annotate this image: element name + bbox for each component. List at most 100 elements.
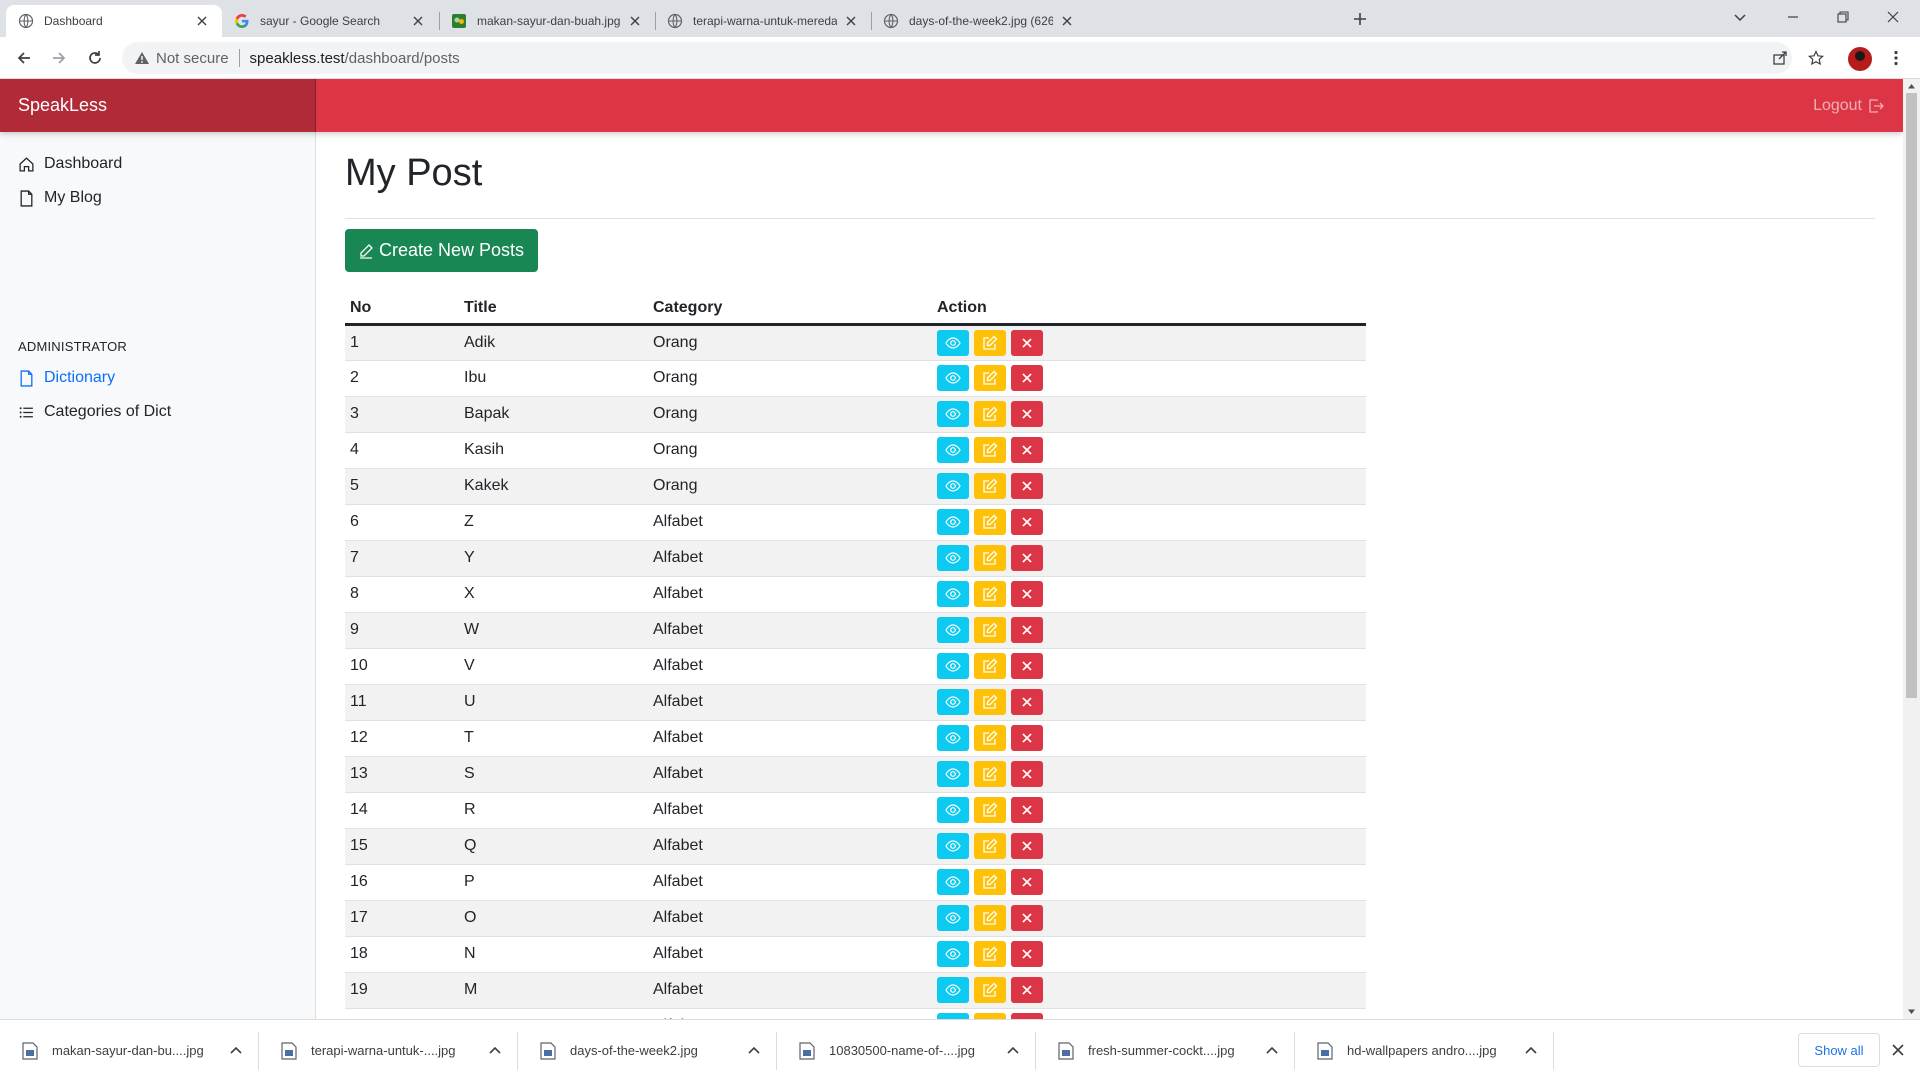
create-new-posts-button[interactable]: Create New Posts bbox=[345, 229, 539, 272]
tab-close-button[interactable] bbox=[410, 13, 426, 29]
view-button[interactable] bbox=[937, 365, 969, 391]
download-options-button[interactable] bbox=[1523, 1043, 1539, 1059]
delete-button[interactable] bbox=[1011, 833, 1043, 859]
delete-button[interactable] bbox=[1011, 473, 1043, 499]
browser-menu-button[interactable] bbox=[1882, 44, 1910, 72]
view-button[interactable] bbox=[937, 437, 969, 463]
view-button[interactable] bbox=[937, 581, 969, 607]
download-item[interactable]: 10830500-name-of-....jpg bbox=[777, 1020, 1021, 1080]
download-options-button[interactable] bbox=[1005, 1043, 1021, 1059]
edit-button[interactable] bbox=[974, 833, 1006, 859]
page-scrollbar[interactable] bbox=[1903, 79, 1920, 1019]
edit-button[interactable] bbox=[974, 905, 1006, 931]
sidebar-item-dashboard[interactable]: Dashboard bbox=[18, 155, 122, 173]
edit-button[interactable] bbox=[974, 761, 1006, 787]
tab-close-button[interactable] bbox=[627, 13, 643, 29]
scroll-up-icon[interactable] bbox=[1907, 82, 1916, 91]
browser-tab[interactable]: makan-sayur-dan-buah.jpg (691×50 bbox=[439, 5, 655, 37]
delete-button[interactable] bbox=[1011, 653, 1043, 679]
delete-button[interactable] bbox=[1011, 977, 1043, 1003]
view-button[interactable] bbox=[937, 509, 969, 535]
edit-button[interactable] bbox=[974, 473, 1006, 499]
delete-button[interactable] bbox=[1011, 941, 1043, 967]
view-button[interactable] bbox=[937, 869, 969, 895]
download-item[interactable]: days-of-the-week2.jpg bbox=[518, 1020, 762, 1080]
edit-button[interactable] bbox=[974, 509, 1006, 535]
edit-button[interactable] bbox=[974, 941, 1006, 967]
browser-tab[interactable]: days-of-the-week2.jpg (626×336) bbox=[871, 5, 1087, 37]
view-button[interactable] bbox=[937, 689, 969, 715]
delete-button[interactable] bbox=[1011, 689, 1043, 715]
download-options-button[interactable] bbox=[1264, 1043, 1280, 1059]
browser-tab[interactable]: terapi-warna-untuk-meredakan-sak bbox=[655, 5, 871, 37]
new-tab-button[interactable] bbox=[1348, 7, 1372, 31]
edit-button[interactable] bbox=[974, 725, 1006, 751]
view-button[interactable] bbox=[937, 653, 969, 679]
reload-button[interactable] bbox=[81, 44, 109, 72]
show-all-downloads-button[interactable]: Show all bbox=[1798, 1033, 1880, 1067]
edit-button[interactable] bbox=[974, 617, 1006, 643]
edit-button[interactable] bbox=[974, 869, 1006, 895]
edit-button[interactable] bbox=[974, 329, 1006, 356]
brand[interactable]: SpeakLess bbox=[0, 79, 316, 132]
view-button[interactable] bbox=[937, 797, 969, 823]
delete-button[interactable] bbox=[1011, 437, 1043, 463]
view-button[interactable] bbox=[937, 905, 969, 931]
edit-button[interactable] bbox=[974, 401, 1006, 427]
tab-close-button[interactable] bbox=[1059, 13, 1075, 29]
close-icon[interactable] bbox=[1890, 1042, 1906, 1058]
share-button[interactable] bbox=[1766, 44, 1794, 72]
edit-button[interactable] bbox=[974, 797, 1006, 823]
close-window-button[interactable] bbox=[1870, 0, 1916, 34]
download-options-button[interactable] bbox=[228, 1043, 244, 1059]
delete-button[interactable] bbox=[1011, 401, 1043, 427]
forward-button[interactable] bbox=[45, 44, 73, 72]
view-button[interactable] bbox=[937, 401, 969, 427]
view-button[interactable] bbox=[937, 473, 969, 499]
download-item[interactable]: hd-wallpapers andro....jpg bbox=[1295, 1020, 1539, 1080]
browser-tab[interactable]: sayur - Google Search bbox=[222, 5, 438, 37]
delete-button[interactable] bbox=[1011, 581, 1043, 607]
sidebar-item-categories-of-dict[interactable]: Categories of Dict bbox=[18, 403, 171, 421]
delete-button[interactable] bbox=[1011, 905, 1043, 931]
download-item[interactable]: fresh-summer-cockt....jpg bbox=[1036, 1020, 1280, 1080]
view-button[interactable] bbox=[937, 941, 969, 967]
download-options-button[interactable] bbox=[487, 1043, 503, 1059]
restore-button[interactable] bbox=[1820, 0, 1866, 34]
edit-button[interactable] bbox=[974, 977, 1006, 1003]
delete-button[interactable] bbox=[1011, 617, 1043, 643]
bookmark-button[interactable] bbox=[1802, 44, 1830, 72]
view-button[interactable] bbox=[937, 617, 969, 643]
delete-button[interactable] bbox=[1011, 329, 1043, 356]
tab-close-button[interactable] bbox=[843, 13, 859, 29]
view-button[interactable] bbox=[937, 833, 969, 859]
browser-tab[interactable]: Dashboard bbox=[6, 5, 222, 37]
delete-button[interactable] bbox=[1011, 509, 1043, 535]
view-button[interactable] bbox=[937, 725, 969, 751]
address-bar[interactable]: Not secure speakless.test/dashboard/post… bbox=[122, 42, 1792, 74]
delete-button[interactable] bbox=[1011, 545, 1043, 571]
view-button[interactable] bbox=[937, 761, 969, 787]
edit-button[interactable] bbox=[974, 437, 1006, 463]
delete-button[interactable] bbox=[1011, 797, 1043, 823]
delete-button[interactable] bbox=[1011, 869, 1043, 895]
scroll-down-icon[interactable] bbox=[1907, 1007, 1916, 1016]
edit-button[interactable] bbox=[974, 653, 1006, 679]
profile-avatar[interactable] bbox=[1848, 47, 1872, 71]
download-item[interactable]: terapi-warna-untuk-....jpg bbox=[259, 1020, 503, 1080]
delete-button[interactable] bbox=[1011, 365, 1043, 391]
edit-button[interactable] bbox=[974, 365, 1006, 391]
delete-button[interactable] bbox=[1011, 761, 1043, 787]
sidebar-item-my-blog[interactable]: My Blog bbox=[18, 189, 102, 207]
view-button[interactable] bbox=[937, 329, 969, 356]
tab-search-button[interactable] bbox=[1717, 0, 1763, 34]
back-button[interactable] bbox=[10, 44, 38, 72]
download-item[interactable]: makan-sayur-dan-bu....jpg bbox=[0, 1020, 244, 1080]
download-options-button[interactable] bbox=[746, 1043, 762, 1059]
tab-close-button[interactable] bbox=[194, 13, 210, 29]
logout-link[interactable]: Logout bbox=[1813, 79, 1884, 132]
view-button[interactable] bbox=[937, 977, 969, 1003]
edit-button[interactable] bbox=[974, 581, 1006, 607]
view-button[interactable] bbox=[937, 545, 969, 571]
security-label[interactable]: Not secure bbox=[156, 50, 229, 67]
